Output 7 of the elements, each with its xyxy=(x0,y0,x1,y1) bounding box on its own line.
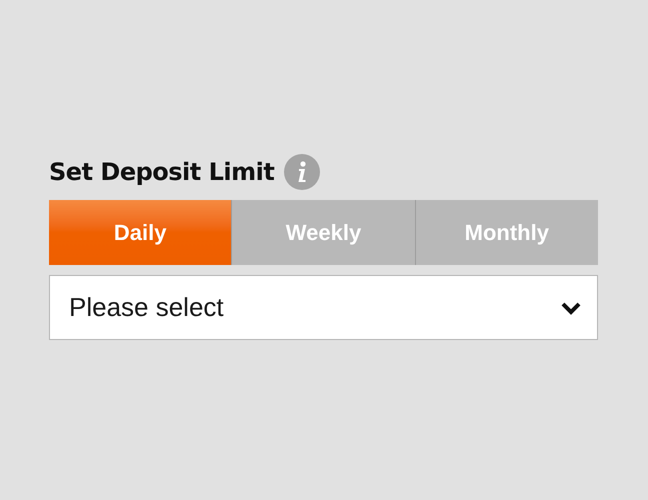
period-tab[interactable]: Monthly xyxy=(414,200,598,265)
section-title: Set Deposit Limit xyxy=(49,157,274,188)
period-tab[interactable]: Daily xyxy=(49,200,232,265)
period-select[interactable]: Please select xyxy=(49,275,598,340)
chevron-down-icon xyxy=(561,300,581,314)
period-tab[interactable]: Weekly xyxy=(231,200,415,265)
info-icon[interactable] xyxy=(284,154,320,190)
